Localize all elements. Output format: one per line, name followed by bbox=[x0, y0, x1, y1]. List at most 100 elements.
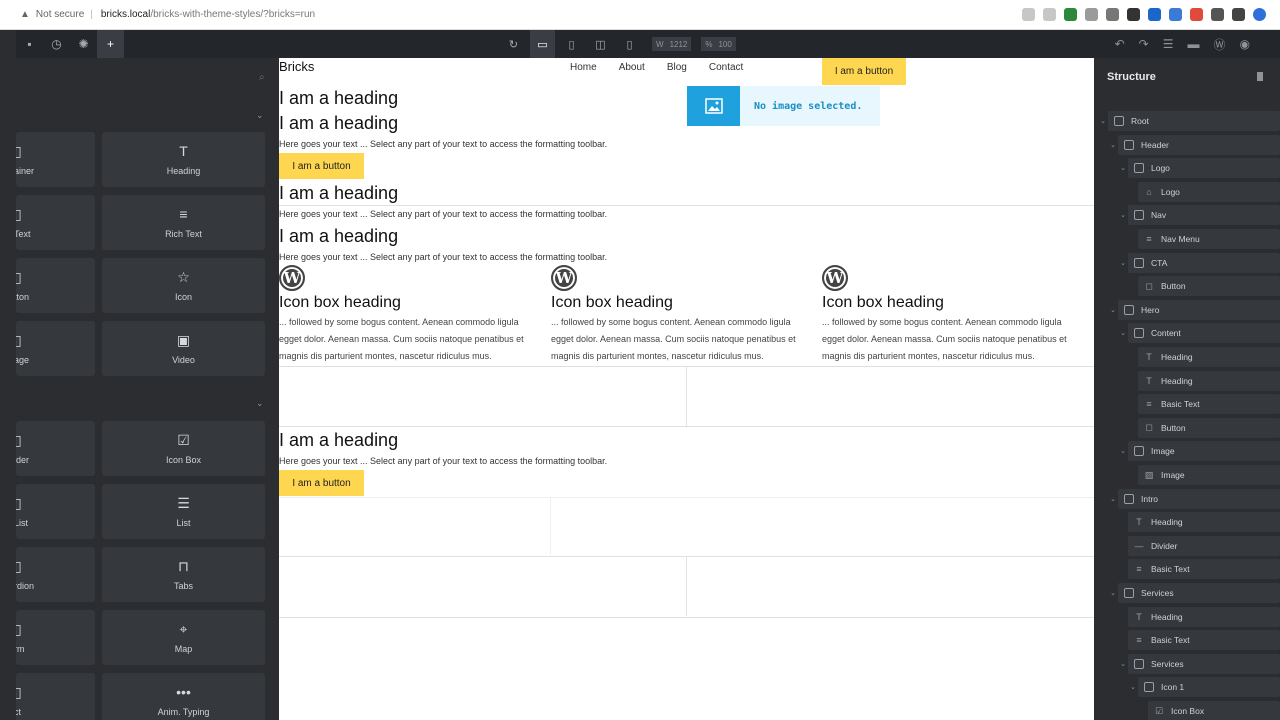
structure-node-image[interactable]: ▨ Image bbox=[1128, 465, 1280, 485]
chevron-down-icon[interactable]: ⌄ bbox=[1108, 141, 1118, 149]
chevron-down-icon[interactable]: ⌄ bbox=[1118, 259, 1128, 267]
element-card-typing[interactable]: ••• Anim. Typing bbox=[102, 673, 265, 720]
element-card-tabs[interactable]: ⊓ Tabs bbox=[102, 547, 265, 602]
templates-icon[interactable]: ▬ bbox=[1188, 37, 1200, 51]
pages-icon[interactable]: ▪ bbox=[16, 30, 43, 58]
undo-icon[interactable]: ↶ bbox=[1115, 37, 1125, 51]
wordpress-icon[interactable]: Ⓦ bbox=[1214, 36, 1226, 53]
share-icon[interactable] bbox=[1022, 8, 1035, 21]
structure-node-basic-text[interactable]: ≡ Basic Text bbox=[1118, 630, 1280, 651]
element-card-star[interactable]: ☆ Icon bbox=[102, 258, 265, 313]
element-card-container[interactable]: ▯ ainer bbox=[16, 132, 95, 187]
structure-node-header[interactable]: ⌄ Header bbox=[1108, 134, 1280, 155]
nav-item-blog[interactable]: Blog bbox=[667, 62, 687, 73]
hero-heading[interactable]: I am a heading bbox=[279, 113, 398, 134]
structure-node-icon-box[interactable]: ☑ Icon Box bbox=[1138, 701, 1280, 720]
extension-icon[interactable] bbox=[1127, 8, 1140, 21]
preview-icon[interactable]: ◉ bbox=[1240, 37, 1250, 51]
structure-node-services[interactable]: ⌄ Services bbox=[1118, 653, 1280, 674]
structure-node-services[interactable]: ⌄ Services bbox=[1108, 583, 1280, 603]
image-placeholder[interactable]: No image selected. bbox=[687, 86, 880, 126]
security-indicator[interactable]: ▲ Not secure bbox=[20, 9, 84, 20]
element-card-list[interactable]: ▯ List bbox=[16, 484, 95, 539]
puzzle-icon[interactable] bbox=[1211, 8, 1224, 21]
structure-node-divider[interactable]: — Divider bbox=[1118, 535, 1280, 556]
nav-item-contact[interactable]: Contact bbox=[709, 62, 743, 73]
search-icon[interactable]: ⌕ bbox=[259, 72, 265, 83]
structure-toggle-icon[interactable]: ☰ bbox=[1163, 37, 1174, 51]
trash-icon[interactable] bbox=[1257, 72, 1263, 81]
chevron-down-icon[interactable]: ⌄ bbox=[1118, 164, 1128, 172]
settings-icon[interactable]: ✺ bbox=[70, 30, 97, 58]
services-text[interactable]: Here goes your text ... Select any part … bbox=[279, 252, 607, 262]
structure-node-intro[interactable]: ⌄ Intro bbox=[1108, 488, 1280, 509]
structure-node-cta[interactable]: ⌄ CTA bbox=[1118, 252, 1280, 273]
extension-icon[interactable] bbox=[1169, 8, 1182, 21]
zoom-field[interactable]: % 100 bbox=[701, 37, 736, 51]
structure-node-basic-text[interactable]: ≡ Basic Text bbox=[1118, 559, 1280, 580]
structure-node-heading[interactable]: T Heading bbox=[1118, 512, 1280, 533]
structure-node-logo[interactable]: ⌄ Logo bbox=[1118, 158, 1280, 179]
element-card-text[interactable]: ▯ Text bbox=[16, 195, 95, 250]
icon-box[interactable]: W Icon box heading ... followed by some … bbox=[822, 265, 1094, 365]
tablet-landscape-icon[interactable]: ◫ bbox=[588, 30, 613, 58]
chevron-down-icon[interactable]: ⌄ bbox=[1118, 447, 1128, 455]
element-card-heading[interactable]: T Heading bbox=[102, 132, 265, 187]
mobile-icon[interactable]: ▯ bbox=[617, 30, 642, 58]
history-icon[interactable]: ◷ bbox=[43, 30, 70, 58]
nav-item-home[interactable]: Home bbox=[570, 62, 597, 73]
chevron-down-icon[interactable]: ⌄ bbox=[256, 398, 264, 409]
tablet-icon[interactable]: ▯ bbox=[559, 30, 584, 58]
structure-node-nav-menu[interactable]: ≡ Nav Menu bbox=[1128, 229, 1280, 249]
structure-node-content[interactable]: ⌄ Content bbox=[1118, 323, 1280, 344]
element-card-map-pin[interactable]: ⌖ Map bbox=[102, 610, 265, 665]
hero-text[interactable]: Here goes your text ... Select any part … bbox=[279, 139, 607, 149]
chevron-down-icon[interactable]: ⌄ bbox=[1128, 683, 1138, 691]
structure-node-heading[interactable]: T Heading bbox=[1128, 370, 1280, 391]
structure-node-image[interactable]: ⌄ Image bbox=[1118, 441, 1280, 462]
nav-item-about[interactable]: About bbox=[619, 62, 645, 73]
element-card-video[interactable]: ▣ Video bbox=[102, 321, 265, 376]
structure-node-heading[interactable]: T Heading bbox=[1128, 347, 1280, 367]
reload-icon[interactable]: ↻ bbox=[501, 30, 526, 58]
add-element-icon[interactable]: + bbox=[97, 30, 124, 58]
icon-box[interactable]: W Icon box heading ... followed by some … bbox=[551, 265, 823, 365]
cta-section-button[interactable]: I am a button bbox=[279, 470, 364, 496]
cta-text[interactable]: Here goes your text ... Select any part … bbox=[279, 456, 607, 466]
desktop-icon[interactable]: ▭ bbox=[530, 30, 555, 58]
extension-icon[interactable] bbox=[1085, 8, 1098, 21]
chevron-down-icon[interactable]: ⌄ bbox=[1118, 660, 1128, 668]
hero-heading[interactable]: I am a heading bbox=[279, 88, 398, 109]
hero-button[interactable]: I am a button bbox=[279, 153, 364, 179]
element-card-image[interactable]: ▯ age bbox=[16, 321, 95, 376]
structure-node-button[interactable]: ◻ Button bbox=[1128, 417, 1280, 438]
element-card-divider[interactable]: ▯ ider bbox=[16, 421, 95, 476]
element-card-accordion[interactable]: ▯ rdion bbox=[16, 547, 95, 602]
element-card-button[interactable]: ▯ tton bbox=[16, 258, 95, 313]
structure-node-logo[interactable]: ⌂ Logo bbox=[1128, 181, 1280, 202]
structure-node-button[interactable]: ◻ Button bbox=[1128, 276, 1280, 297]
structure-node-root[interactable]: ⌄ Root bbox=[1098, 111, 1280, 131]
services-heading[interactable]: I am a heading bbox=[279, 226, 398, 247]
chevron-down-icon[interactable]: ⌄ bbox=[1118, 329, 1128, 337]
canvas-width-field[interactable]: W 1212 bbox=[652, 37, 692, 51]
star-icon[interactable] bbox=[1043, 8, 1056, 21]
cta-heading[interactable]: I am a heading bbox=[279, 430, 398, 451]
icon-box[interactable]: W Icon box heading ... followed by some … bbox=[279, 265, 551, 365]
extension-icon[interactable] bbox=[1148, 8, 1161, 21]
element-card-rich-text[interactable]: ≡ Rich Text bbox=[102, 195, 265, 250]
chevron-down-icon[interactable]: ⌄ bbox=[1108, 306, 1118, 314]
element-card-list[interactable]: ☰ List bbox=[102, 484, 265, 539]
element-card-form[interactable]: ▯ rm bbox=[16, 610, 95, 665]
sidebar-icon[interactable] bbox=[1232, 8, 1245, 21]
structure-node-basic-text[interactable]: ≡ Basic Text bbox=[1128, 394, 1280, 415]
avatar[interactable] bbox=[1253, 8, 1266, 21]
site-logo[interactable]: Bricks bbox=[279, 59, 314, 74]
structure-node-nav[interactable]: ⌄ Nav bbox=[1118, 205, 1280, 226]
element-card-icon-box[interactable]: ☑ Icon Box bbox=[102, 421, 265, 476]
chevron-down-icon[interactable]: ⌄ bbox=[1108, 495, 1118, 503]
builder-canvas[interactable]: Bricks Home About Blog Contact I am a bu… bbox=[279, 58, 1094, 720]
extension-icon[interactable] bbox=[1190, 8, 1203, 21]
element-card-countdown[interactable]: ▯ ct bbox=[16, 673, 95, 720]
structure-node-heading[interactable]: T Heading bbox=[1118, 606, 1280, 627]
